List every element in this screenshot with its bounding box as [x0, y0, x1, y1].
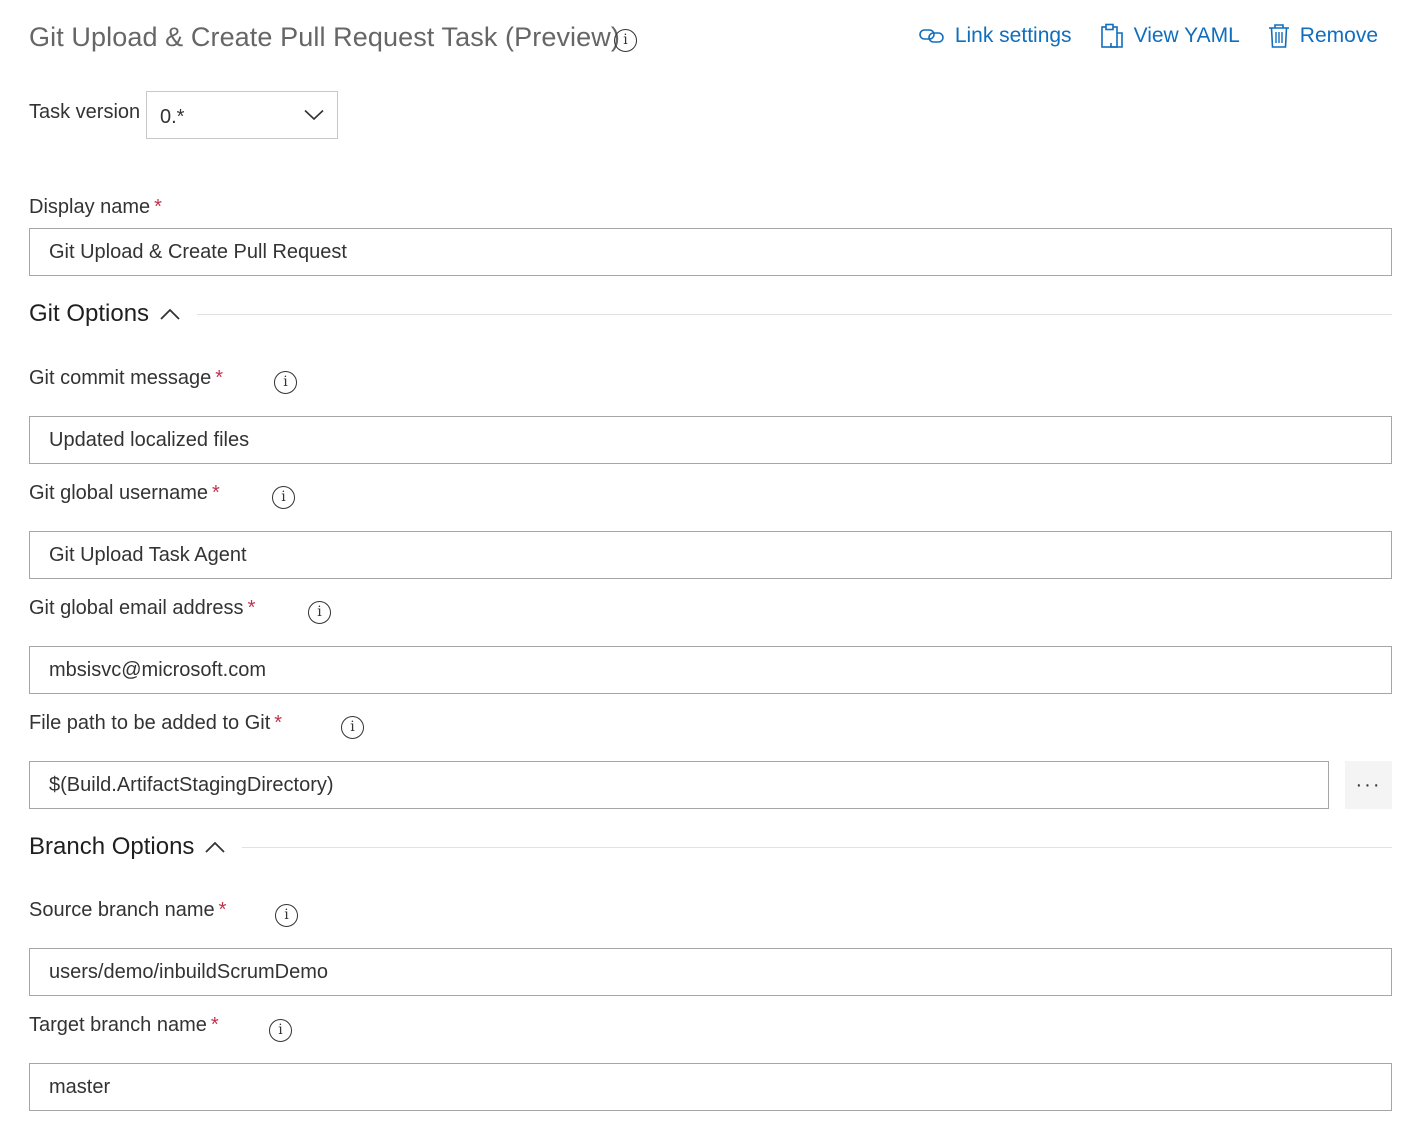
- username-value: Git Upload Task Agent: [49, 543, 247, 566]
- trash-icon: [1268, 24, 1289, 48]
- chevron-down-icon: [304, 109, 324, 121]
- target-branch-label: Target branch name *: [29, 1014, 219, 1037]
- task-version-label: Task version: [29, 101, 141, 123]
- source-branch-label-text: Source branch name: [29, 899, 215, 921]
- branch-options-section-header[interactable]: Branch Options: [29, 833, 1392, 861]
- task-version-dropdown[interactable]: 0.*: [146, 91, 338, 139]
- email-input[interactable]: mbsisvc@microsoft.com: [29, 646, 1392, 694]
- info-icon[interactable]: i: [272, 486, 295, 509]
- username-label-text: Git global username: [29, 482, 208, 504]
- browse-button[interactable]: ···: [1345, 761, 1392, 809]
- commit-message-label: Git commit message *: [29, 367, 223, 390]
- info-icon[interactable]: i: [341, 716, 364, 739]
- view-yaml-label: View YAML: [1133, 24, 1240, 47]
- required-mark: *: [215, 367, 224, 389]
- commit-message-label-text: Git commit message: [29, 367, 212, 389]
- username-label: Git global username *: [29, 482, 220, 505]
- file-path-label: File path to be added to Git *: [29, 712, 282, 735]
- git-options-section-header[interactable]: Git Options: [29, 300, 1392, 328]
- info-icon[interactable]: i: [269, 1019, 292, 1042]
- link-settings-label: Link settings: [954, 24, 1072, 47]
- target-branch-label-text: Target branch name: [29, 1014, 207, 1036]
- source-branch-label: Source branch name *: [29, 899, 226, 922]
- commit-message-value: Updated localized files: [49, 428, 250, 451]
- remove-label: Remove: [1299, 24, 1378, 47]
- info-icon[interactable]: i: [308, 601, 331, 624]
- git-options-title: Git Options: [29, 300, 150, 327]
- remove-button[interactable]: Remove: [1268, 23, 1378, 49]
- source-branch-input[interactable]: users/demo/inbuildScrumDemo: [29, 948, 1392, 996]
- username-input[interactable]: Git Upload Task Agent: [29, 531, 1392, 579]
- display-name-input[interactable]: Git Upload & Create Pull Request: [29, 228, 1392, 276]
- required-mark: *: [247, 597, 256, 619]
- email-label: Git global email address *: [29, 597, 255, 620]
- file-path-input[interactable]: $(Build.ArtifactStagingDirectory): [29, 761, 1329, 809]
- section-divider: [197, 313, 1392, 315]
- file-path-label-text: File path to be added to Git: [29, 712, 271, 734]
- clipboard-icon: [1100, 23, 1123, 48]
- source-branch-value: users/demo/inbuildScrumDemo: [49, 960, 329, 983]
- display-name-label: Display name *: [29, 196, 162, 219]
- required-mark: *: [154, 196, 162, 218]
- info-icon[interactable]: i: [614, 29, 637, 52]
- page-title: Git Upload & Create Pull Request Task (P…: [29, 22, 620, 52]
- task-editor-panel: Git Upload & Create Pull Request Task (P…: [0, 0, 1420, 1134]
- email-value: mbsisvc@microsoft.com: [49, 658, 266, 681]
- info-icon[interactable]: i: [274, 371, 297, 394]
- file-path-value: $(Build.ArtifactStagingDirectory): [49, 773, 334, 796]
- chevron-up-icon: [160, 308, 180, 320]
- chevron-up-icon: [205, 841, 226, 853]
- section-divider: [242, 846, 1392, 848]
- display-name-label-text: Display name: [29, 196, 151, 218]
- view-yaml-button[interactable]: View YAML: [1100, 23, 1240, 49]
- display-name-value: Git Upload & Create Pull Request: [49, 240, 347, 263]
- task-version-value: 0.*: [160, 105, 185, 128]
- required-mark: *: [210, 1014, 219, 1036]
- target-branch-value: master: [49, 1075, 111, 1098]
- required-mark: *: [274, 712, 283, 734]
- email-label-text: Git global email address: [29, 597, 244, 619]
- link-icon: [919, 29, 944, 43]
- header-actions: Link settings View YAML Remove: [919, 23, 1378, 49]
- target-branch-input[interactable]: master: [29, 1063, 1392, 1111]
- info-icon[interactable]: i: [275, 904, 298, 927]
- branch-options-title: Branch Options: [29, 833, 195, 860]
- required-mark: *: [211, 482, 220, 504]
- required-mark: *: [218, 899, 227, 921]
- commit-message-input[interactable]: Updated localized files: [29, 416, 1392, 464]
- link-settings-button[interactable]: Link settings: [919, 23, 1072, 49]
